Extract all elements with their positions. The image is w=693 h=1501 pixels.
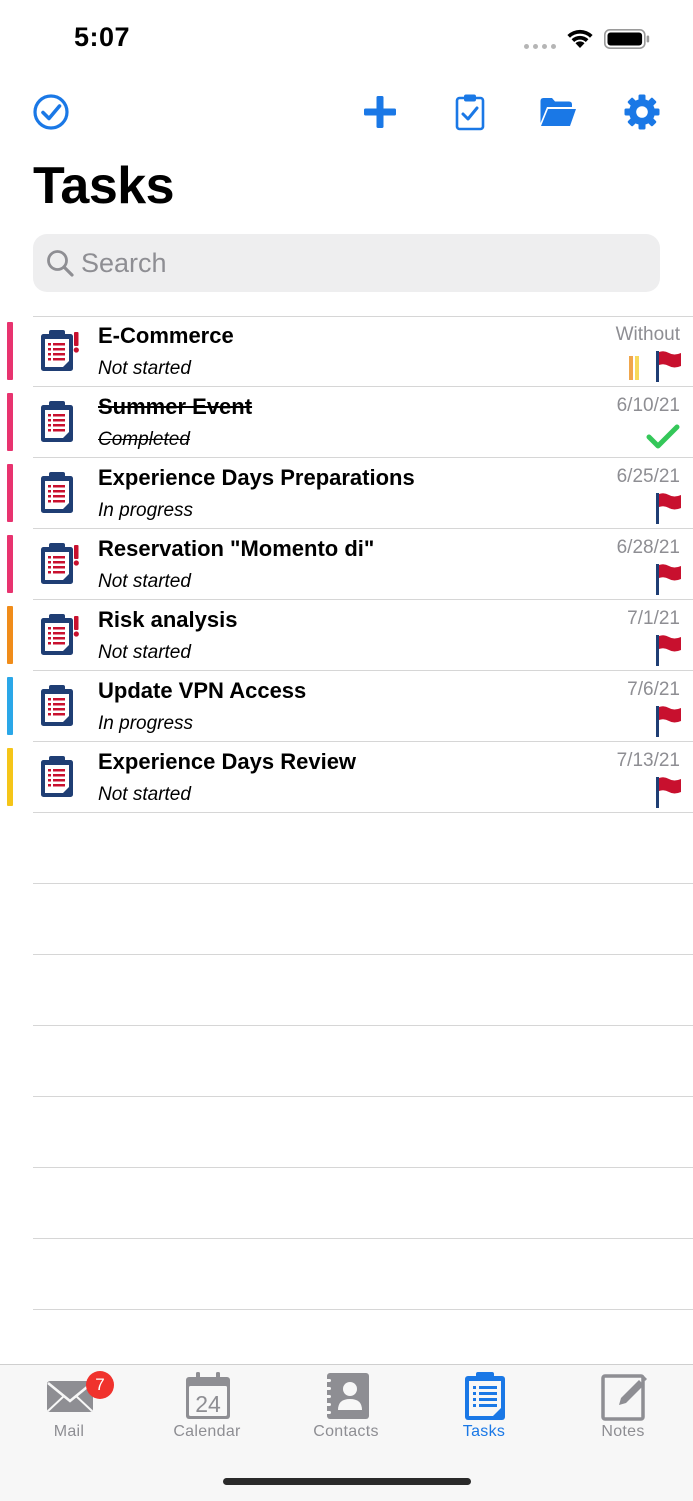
flag-icon[interactable] xyxy=(654,492,682,524)
checkmark-circle-icon xyxy=(33,94,69,130)
empty-row-divider xyxy=(33,1025,693,1026)
task-due-date: 7/6/21 xyxy=(627,679,680,700)
notes-icon xyxy=(601,1374,647,1421)
folders-button[interactable] xyxy=(536,90,580,134)
tab-label: Contacts xyxy=(313,1423,379,1440)
calendar-icon: 24 xyxy=(186,1372,230,1419)
task-status: In progress xyxy=(98,500,194,521)
task-status: Not started xyxy=(98,642,191,663)
task-row[interactable]: Experience Days Preparations In progress… xyxy=(0,458,693,529)
tab-contacts[interactable]: Contacts xyxy=(277,1365,415,1455)
task-due-date: Without xyxy=(615,324,680,345)
important-task-icon xyxy=(38,612,82,658)
task-due-date: 7/13/21 xyxy=(616,750,680,771)
empty-row-divider xyxy=(33,1167,693,1168)
add-task-button[interactable] xyxy=(358,90,402,134)
task-icon xyxy=(38,470,82,516)
search-input[interactable]: Search xyxy=(33,234,660,292)
task-row[interactable]: Experience Days Review Not started 7/13/… xyxy=(0,742,693,813)
task-row[interactable]: Summer Event Completed 6/10/21 xyxy=(0,387,693,458)
flag-icon[interactable] xyxy=(654,350,682,382)
important-task-icon xyxy=(38,328,82,374)
task-status: Not started xyxy=(98,784,191,805)
task-title: Reservation "Momento di" xyxy=(98,536,375,561)
tab-tasks[interactable]: Tasks xyxy=(415,1365,553,1455)
category-color-bar xyxy=(7,322,13,380)
battery-icon xyxy=(604,29,650,49)
category-color-bar xyxy=(7,606,13,664)
flag-icon[interactable] xyxy=(654,705,682,737)
category-color-bar xyxy=(7,748,13,806)
task-due-date: 6/25/21 xyxy=(616,466,680,487)
important-task-icon xyxy=(38,541,82,587)
empty-row-divider xyxy=(33,1096,693,1097)
empty-row-divider xyxy=(33,954,693,955)
task-row[interactable]: Risk analysis Not started 7/1/21 xyxy=(0,600,693,671)
cellular-signal-icon xyxy=(524,44,556,50)
priority-marker-icon xyxy=(627,356,645,380)
task-row[interactable]: Update VPN Access In progress 7/6/21 xyxy=(0,671,693,742)
task-title: E-Commerce xyxy=(98,323,234,348)
task-title: Experience Days Review xyxy=(98,749,357,774)
settings-button[interactable] xyxy=(620,90,664,134)
task-icon xyxy=(38,683,82,729)
tab-calendar[interactable]: 24 Calendar xyxy=(138,1365,276,1455)
status-bar: 5:07 xyxy=(0,0,693,80)
task-due-date: 7/1/21 xyxy=(627,608,680,629)
task-icon xyxy=(38,399,82,445)
tab-label: Tasks xyxy=(462,1423,506,1440)
page-title: Tasks xyxy=(33,157,175,215)
list-divider xyxy=(33,812,693,813)
status-time: 5:07 xyxy=(74,22,131,52)
task-due-date: 6/28/21 xyxy=(616,537,680,558)
tab-label: Mail xyxy=(53,1423,85,1440)
search-icon xyxy=(47,250,74,277)
task-status: Not started xyxy=(98,358,191,379)
tab-label: Calendar xyxy=(173,1423,241,1440)
flag-icon[interactable] xyxy=(654,634,682,666)
empty-row-divider xyxy=(33,1238,693,1239)
tab-mail[interactable]: 7 Mail xyxy=(0,1365,138,1455)
home-indicator xyxy=(223,1478,471,1485)
flag-icon[interactable] xyxy=(654,776,682,808)
category-color-bar xyxy=(7,393,13,451)
category-color-bar xyxy=(7,464,13,522)
task-icon xyxy=(38,754,82,800)
task-title: Update VPN Access xyxy=(98,678,307,703)
task-row[interactable]: Reservation "Momento di" Not started 6/2… xyxy=(0,529,693,600)
search-placeholder: Search xyxy=(81,248,167,278)
folder-icon xyxy=(540,98,576,126)
category-color-bar xyxy=(7,677,13,735)
task-due-date: 6/10/21 xyxy=(616,395,680,416)
task-title: Risk analysis xyxy=(98,607,238,632)
svg-text:24: 24 xyxy=(195,1391,221,1417)
tab-label: Notes xyxy=(601,1423,645,1440)
task-lists-button[interactable] xyxy=(448,90,492,134)
task-title: Summer Event xyxy=(98,394,253,419)
task-title: Experience Days Preparations xyxy=(98,465,415,490)
task-row[interactable]: E-Commerce Not started Without xyxy=(0,316,693,387)
plus-icon xyxy=(364,96,396,128)
task-status: In progress xyxy=(98,713,194,734)
wifi-icon xyxy=(567,29,593,48)
category-color-bar xyxy=(7,535,13,593)
task-status: Not started xyxy=(98,571,191,592)
empty-row-divider xyxy=(33,1309,693,1310)
select-tasks-button[interactable] xyxy=(29,90,73,134)
clipboard-check-icon xyxy=(455,94,485,131)
unread-badge: 7 xyxy=(86,1371,114,1399)
tab-notes[interactable]: Notes xyxy=(554,1365,692,1455)
gear-icon xyxy=(624,94,660,130)
completed-check-icon xyxy=(646,423,680,451)
empty-row-divider xyxy=(33,883,693,884)
tasks-icon xyxy=(465,1372,505,1420)
flag-icon[interactable] xyxy=(654,563,682,595)
task-status: Completed xyxy=(98,429,190,450)
contacts-icon xyxy=(324,1373,369,1419)
